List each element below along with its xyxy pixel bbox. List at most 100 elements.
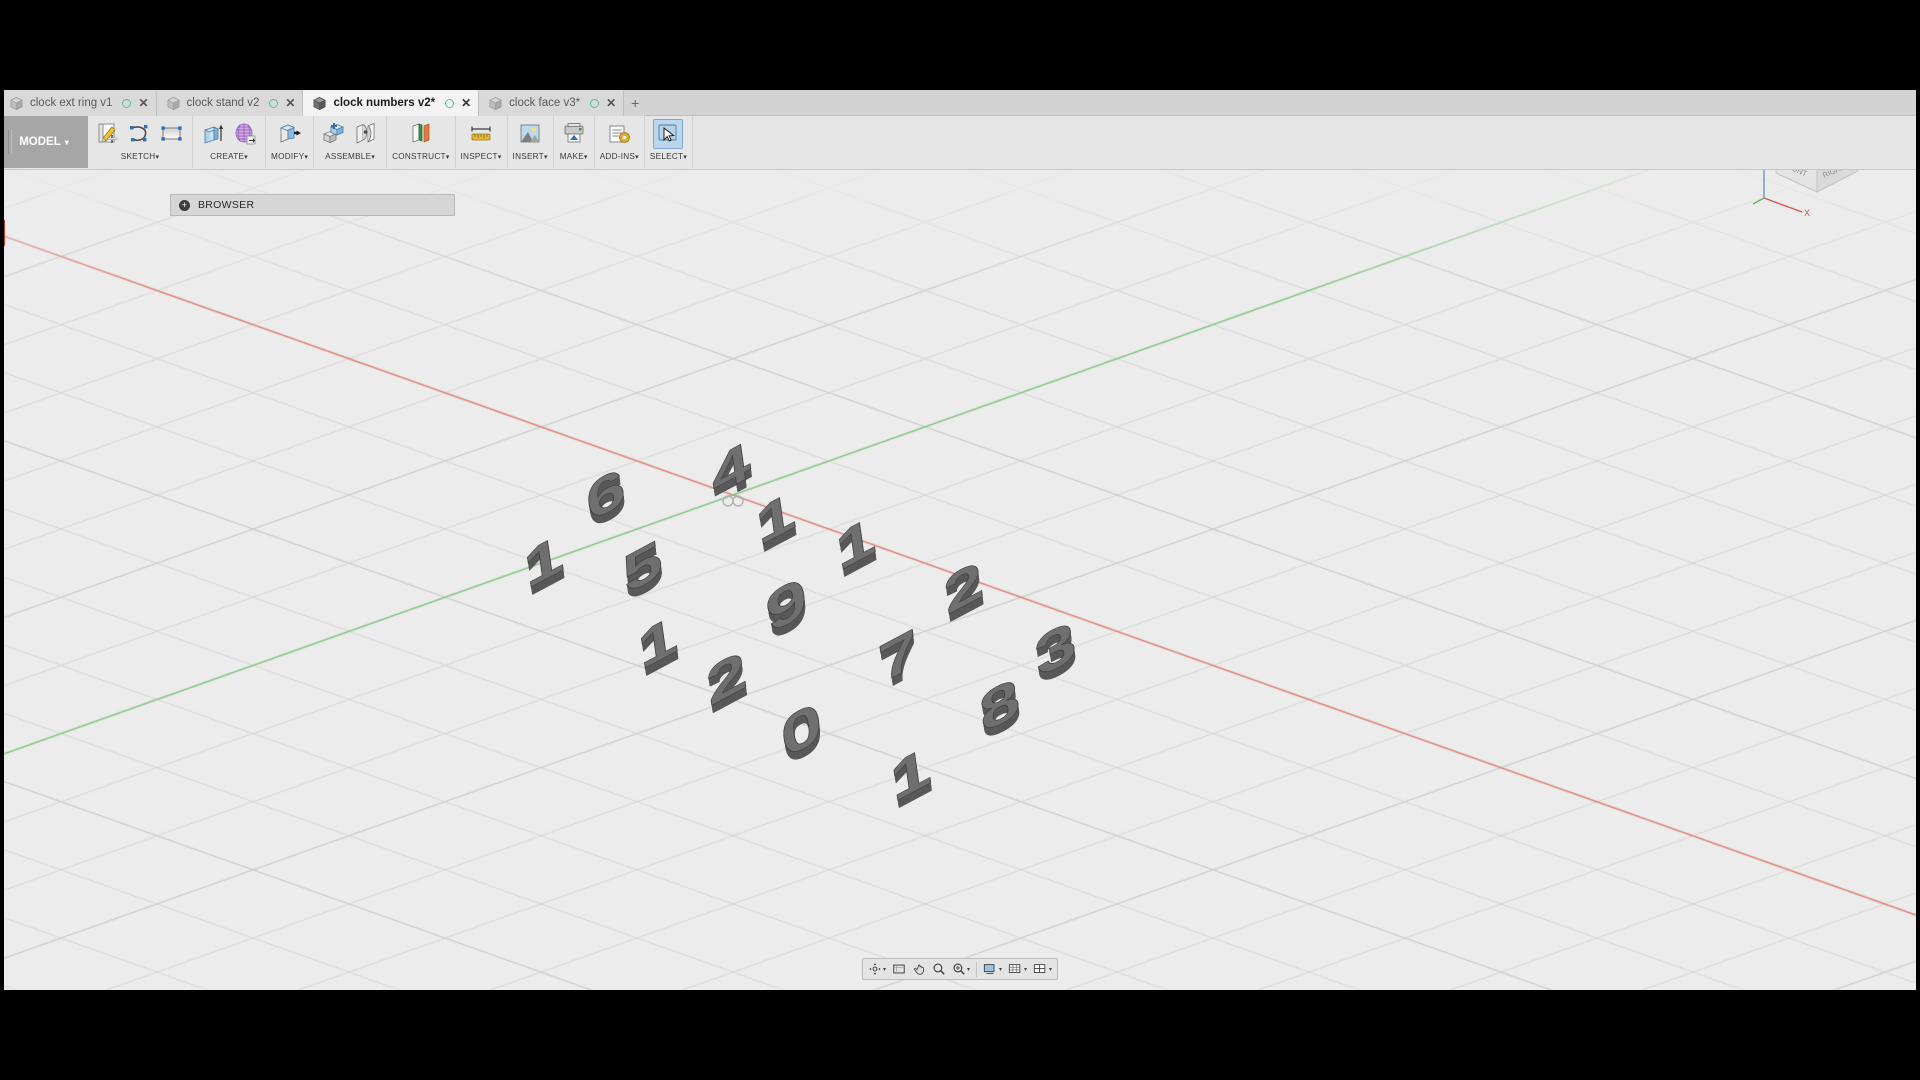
cube-icon — [313, 96, 327, 110]
chevron-down-icon: ▾ — [966, 966, 970, 973]
toolbar-group-label[interactable]: SKETCH▾ — [121, 152, 159, 161]
joint-icon[interactable] — [351, 119, 381, 149]
document-tab-label: clock face v3* — [509, 97, 581, 109]
workspace-label: MODEL — [19, 136, 61, 148]
toolbar-group-label[interactable]: INSERT▾ — [513, 152, 548, 161]
orbit-button[interactable]: ▾ — [865, 959, 889, 979]
body-number-1[interactable]: 11111111111111 — [752, 480, 800, 566]
toolbar-group-insert: INSERT▾ — [508, 116, 554, 168]
viewports-button[interactable]: ▾ — [1030, 959, 1055, 979]
press-pull-icon[interactable] — [275, 119, 305, 149]
body-number-1[interactable]: 11111111111111 — [832, 505, 880, 591]
body-number-5[interactable]: 55555555555555 — [619, 528, 667, 614]
zoom-button[interactable] — [929, 959, 949, 979]
document-tab-label: clock stand v2 — [186, 97, 260, 109]
toolbar-group-label[interactable]: ASSEMBLE▾ — [325, 152, 375, 161]
model-bodies[interactable]: 66666666666666 44444444444444111111111111… — [0, 170, 1920, 990]
extrude-icon[interactable] — [198, 119, 228, 149]
document-tab-clock-stand-v2[interactable]: clock stand v2 ✕ — [156, 90, 304, 116]
close-icon[interactable]: ✕ — [138, 97, 148, 109]
new-component-icon[interactable] — [319, 119, 349, 149]
toolbar-group-label[interactable]: INSPECT▾ — [461, 152, 502, 161]
toolbar-group-inspect: INSPECT▾ — [456, 116, 508, 168]
sketch-spline-icon[interactable] — [125, 119, 155, 149]
pan-button[interactable] — [909, 959, 929, 979]
origin-point-icon[interactable] — [718, 490, 748, 512]
document-tab-clock-face-v3[interactable]: clock face v3* ✕ — [479, 90, 625, 116]
cube-icon — [166, 96, 180, 110]
toolbar-group-select: SELECT▾ — [645, 116, 694, 168]
document-tab-label: clock ext ring v1 — [30, 97, 113, 109]
body-number-6[interactable]: 66666666666666 — [582, 456, 630, 542]
document-tab-bar: clock ext ring v1 ✕ clock stand v2 ✕ clo… — [0, 90, 1920, 116]
toolbar-group-label[interactable]: MODIFY▾ — [271, 152, 308, 161]
offset-plane-icon[interactable] — [406, 119, 436, 149]
body-number-7[interactable]: 77777777777777 — [875, 617, 923, 703]
zoom-window-button[interactable]: ▾ — [949, 959, 973, 979]
toolbar-group-assemble: ASSEMBLE▾ — [314, 116, 388, 168]
addins-scripts-icon[interactable] — [604, 119, 634, 149]
save-state-icon — [445, 98, 455, 108]
grid-snaps-button[interactable]: ▾ — [1005, 959, 1030, 979]
body-number-2[interactable]: 22222222222222 — [940, 549, 988, 635]
chevron-down-icon: ▾ — [1049, 966, 1053, 973]
chevron-down-icon: ▾ — [64, 137, 69, 147]
form-mesh-icon[interactable] — [230, 119, 260, 149]
body-number-1[interactable]: 11111111111111 — [886, 735, 936, 822]
save-state-icon — [590, 98, 600, 108]
display-settings-button[interactable]: ▾ — [980, 959, 1005, 979]
body-number-2[interactable]: 22222222222222 — [702, 639, 752, 726]
toolbar-group-addins: ADD-INS▾ — [595, 116, 645, 168]
browser-panel[interactable]: + BROWSER — [170, 194, 455, 216]
look-at-button[interactable] — [889, 959, 909, 979]
3d-print-icon[interactable] — [559, 119, 589, 149]
toolbar-group-label[interactable]: CREATE▾ — [210, 152, 248, 161]
body-number-1[interactable]: 11111111111111 — [634, 604, 682, 690]
navbar-separator — [975, 961, 977, 977]
body-number-8[interactable]: 88888888888888 — [975, 666, 1025, 753]
new-tab-button[interactable]: + — [624, 90, 647, 116]
workspace-selector-model[interactable]: MODEL ▾ — [0, 116, 88, 168]
document-tab-clock-ext-ring-v1[interactable]: clock ext ring v1 ✕ — [0, 90, 157, 116]
body-number-1[interactable]: 11111111111111 — [520, 523, 568, 609]
toolbar-group-label[interactable]: MAKE▾ — [560, 152, 588, 161]
close-icon[interactable]: ✕ — [285, 97, 295, 109]
fusion360-window: clock ext ring v1 ✕ clock stand v2 ✕ clo… — [0, 90, 1920, 990]
cube-icon — [10, 96, 23, 110]
toolbar-group-label[interactable]: CONSTRUCT▾ — [392, 152, 449, 161]
body-number-9[interactable]: 99999999999999 — [762, 563, 812, 654]
toolbar-group-construct: CONSTRUCT▾ — [387, 116, 456, 168]
toolbar-group-make: MAKE▾ — [554, 116, 595, 168]
3d-viewport[interactable]: 6666666666666644444444444444111111111111… — [0, 170, 1920, 990]
expand-icon[interactable]: + — [179, 199, 190, 211]
document-tab-clock-numbers-v2[interactable]: clock numbers v2* ✕ — [303, 90, 480, 116]
save-state-icon — [269, 98, 279, 108]
toolbar-group-create: CREATE▾ — [193, 116, 266, 168]
browser-title: BROWSER — [198, 199, 255, 211]
close-icon[interactable]: ✕ — [606, 97, 616, 109]
toolbar-group-label[interactable]: SELECT▾ — [650, 152, 687, 161]
select-icon[interactable] — [653, 118, 684, 149]
chevron-down-icon: ▾ — [882, 966, 886, 973]
measure-icon[interactable] — [466, 119, 496, 149]
close-icon[interactable]: ✕ — [461, 97, 471, 109]
body-number-0[interactable]: 00000000000000 — [777, 688, 827, 779]
insert-image-icon[interactable] — [515, 119, 545, 149]
svg-text:X: X — [1804, 208, 1810, 218]
letterbox-rail-right — [1916, 90, 1920, 990]
tab-bar-filler — [646, 90, 1920, 115]
screenshot-root: clock ext ring v1 ✕ clock stand v2 ✕ clo… — [0, 0, 1920, 1080]
document-tab-label: clock numbers v2* — [333, 97, 436, 109]
toolbar-grip-icon — [8, 130, 12, 154]
save-state-icon — [122, 98, 132, 108]
toolbar-group-label[interactable]: ADD-INS▾ — [600, 152, 639, 161]
toolbar-group-sketch: SKETCH▾ — [88, 116, 193, 168]
body-number-3[interactable]: 33333333333333 — [1031, 607, 1081, 698]
toolbar-group-modify: MODIFY▾ — [266, 116, 315, 168]
sketch-rectangle-icon[interactable] — [157, 119, 187, 149]
view-navigation-bar: ▾ ▾ ▾ ▾ ▾ — [861, 958, 1059, 980]
letterbox-rail-left — [0, 90, 4, 990]
create-sketch-icon[interactable] — [93, 119, 123, 149]
main-toolbar: MODEL ▾ SKETCH▾ CREATE▾ MODIFY▾ ASSEMBLE… — [0, 116, 1920, 170]
cube-icon — [489, 96, 503, 110]
